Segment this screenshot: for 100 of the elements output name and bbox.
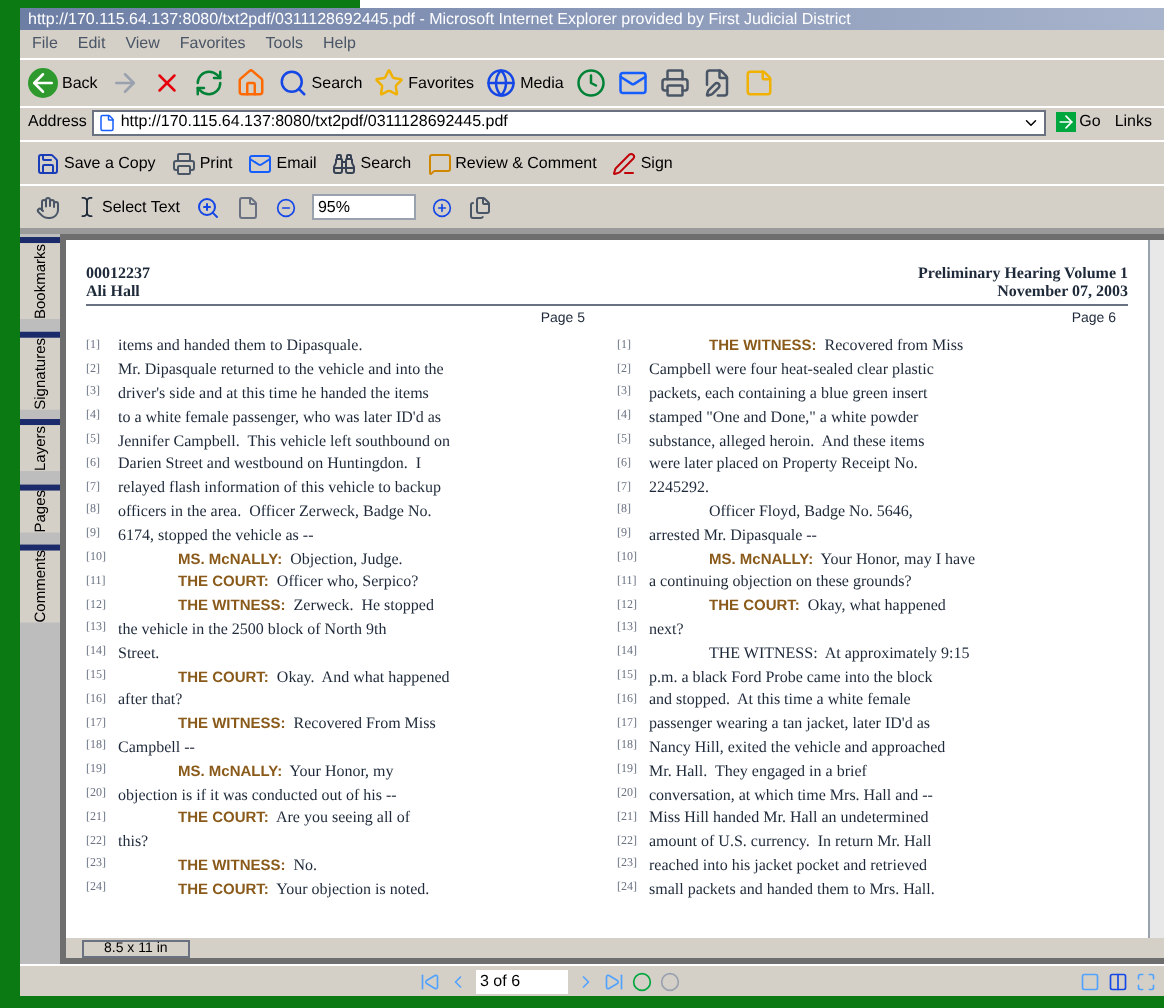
menu-item[interactable]: Edit (77, 32, 106, 56)
save-icon (36, 151, 60, 175)
page-icon[interactable] (235, 195, 260, 219)
fit-icon[interactable] (1136, 971, 1156, 991)
transcript-text: Campbell were four heat-sealed clear plastic (649, 358, 934, 383)
transcript-text: THE WITNESS: At approximately 9:15 (707, 641, 970, 666)
transcript-text: the vehicle in the 2500 block of North 9th (118, 617, 387, 642)
reader-button[interactable]: Email (248, 151, 317, 175)
menu-item[interactable]: Favorites (179, 32, 246, 56)
print-icon (171, 151, 196, 175)
toolbar-button[interactable] (193, 68, 224, 98)
transcript-text: conversation, at which time Mrs. Hall and -- (649, 783, 933, 808)
hand-tool-icon[interactable] (36, 195, 60, 219)
text-cursor-icon (76, 196, 98, 218)
forward-icon (109, 68, 140, 98)
transcript-text: passenger wearing a tan jacket, later ID'd as (649, 712, 930, 737)
menu-item[interactable]: View (125, 32, 160, 56)
transcript-text: Miss Hill handed Mr. Hall an undetermined (649, 806, 929, 831)
sign-icon (612, 151, 637, 175)
select-text-button[interactable]: Select Text (76, 195, 180, 219)
single-page-icon[interactable] (1080, 971, 1100, 991)
reader-button[interactable]: Print (171, 151, 233, 175)
transcript-text: Campbell -- (118, 735, 195, 760)
transcript-text: stamped "One and Done," a white powder (649, 405, 919, 430)
transcript-text: Nancy Hill, exited the vehicle and approached (649, 735, 946, 760)
transcript-text: driver's side and at this time he handed the items (118, 382, 429, 406)
address-label: Address (28, 110, 87, 134)
toolbar-button[interactable]: Search (277, 68, 363, 98)
reader-button[interactable]: Review & Comment (427, 151, 597, 175)
transcript-text: Street. (118, 641, 160, 666)
page-icon (98, 113, 117, 131)
toolbar-button[interactable] (575, 68, 606, 98)
print-icon (659, 68, 690, 98)
transcript-text: items and handed them to Dipasquale. (118, 334, 363, 359)
transcript-text: to a white female passenger, who was later ID'd as (118, 405, 442, 430)
toolbar-button[interactable]: Back (28, 68, 98, 98)
transcript-text: packets, each containing a blue green insert (649, 382, 928, 406)
email-icon (248, 151, 273, 175)
review-icon (427, 151, 452, 175)
transcript-text: objection is if it was conducted out of his -- (118, 783, 397, 808)
transcript-text: this? (118, 830, 149, 855)
reader-button[interactable]: Sign (612, 151, 673, 175)
mail-icon (617, 68, 648, 98)
home-icon (235, 68, 266, 98)
back-icon (28, 68, 58, 98)
toolbar-button[interactable]: Media (486, 68, 564, 98)
reader-button[interactable]: Search (332, 151, 412, 175)
transcript-text: 6174, stopped the vehicle as -- (118, 523, 314, 548)
transcript-text: p.m. a black Ford Probe came into the block (649, 665, 933, 690)
menu-item[interactable]: Help (322, 32, 356, 56)
refresh-icon (193, 68, 224, 98)
history-icon (575, 68, 606, 98)
edit-icon (701, 68, 732, 98)
transcript-text: officers in the area. Officer Zerweck, Badge No. (118, 499, 432, 524)
toolbar-button[interactable] (659, 68, 690, 98)
two-page-icon[interactable] (1108, 971, 1128, 991)
header-text: Preliminary Hearing Volume 1 (918, 264, 1128, 282)
transcript-text: amount of U.S. currency. In return Mr. Hall (649, 830, 932, 855)
zoom-field[interactable]: 95% (311, 194, 416, 220)
reader-button[interactable]: Save a Copy (36, 151, 156, 175)
scrollbar[interactable] (1148, 240, 1164, 938)
zoom-in-icon[interactable] (431, 197, 452, 217)
last-page-icon[interactable] (604, 971, 624, 991)
favorites-icon (374, 68, 405, 98)
transcript-text: relayed flash information of this vehicle to backup (118, 476, 442, 501)
transcript-text: after that? (118, 688, 183, 713)
transcript-text: Darien Street and westbound on Huntingdon. I (118, 452, 422, 477)
links-button[interactable]: Links (1110, 110, 1156, 134)
transcript-text: substance, alleged heroin. And these items (649, 429, 925, 454)
transcript-text: were later placed on Property Receipt No. (649, 452, 918, 477)
transcript-text: and stopped. At this time a white female (649, 688, 911, 713)
transcript-text: arrested Mr. Dipasquale -- (649, 523, 817, 548)
toolbar-button[interactable]: Favorites (374, 68, 475, 98)
toolbar-button[interactable] (701, 68, 732, 98)
menu-item[interactable]: Tools (265, 32, 303, 56)
page-number-field[interactable]: 3 of 6 (476, 969, 568, 993)
header-text: 00012237 (86, 264, 150, 282)
header-text: Ali Hall (86, 282, 142, 300)
go-button[interactable]: Go (1051, 110, 1105, 134)
toolbar-button[interactable] (617, 68, 648, 98)
transcript-text: Mr. Dipasquale returned to the vehicle and into the (118, 358, 444, 383)
transcript-text: small packets and handed them to Mrs. Hall. (649, 877, 935, 902)
search-icon (332, 151, 357, 175)
address-field[interactable]: http://170.115.64.137:8080/txt2pdf/0311128692445.pdf (92, 109, 1046, 135)
window-title: http://170.115.64.137:8080/txt2pdf/0311128692445.pdf - Microsoft Internet Explorer provided by First Judicial District (20, 8, 1164, 30)
zoom-out-icon[interactable] (275, 197, 296, 217)
transcript-text: reached into his jacket pocket and retrieved (649, 853, 928, 878)
header-text: November 07, 2003 (997, 282, 1128, 300)
transcript-text: Mr. Hall. They engaged in a brief (649, 759, 867, 784)
zoom-in-icon[interactable] (195, 195, 220, 219)
transcript-text: Officer Floyd, Badge No. 5646, (707, 499, 913, 524)
pages-icon[interactable] (467, 195, 492, 219)
search-icon (277, 68, 308, 98)
transcript-text: next? (649, 617, 684, 642)
menu-item[interactable]: File (32, 32, 58, 56)
transcript-text: Jennifer Campbell. This vehicle left southbound on (118, 429, 451, 454)
transcript-text: a continuing objection on these grounds? (649, 570, 912, 595)
media-icon (486, 68, 517, 98)
first-page-icon[interactable] (420, 971, 440, 991)
note-icon (743, 68, 774, 98)
